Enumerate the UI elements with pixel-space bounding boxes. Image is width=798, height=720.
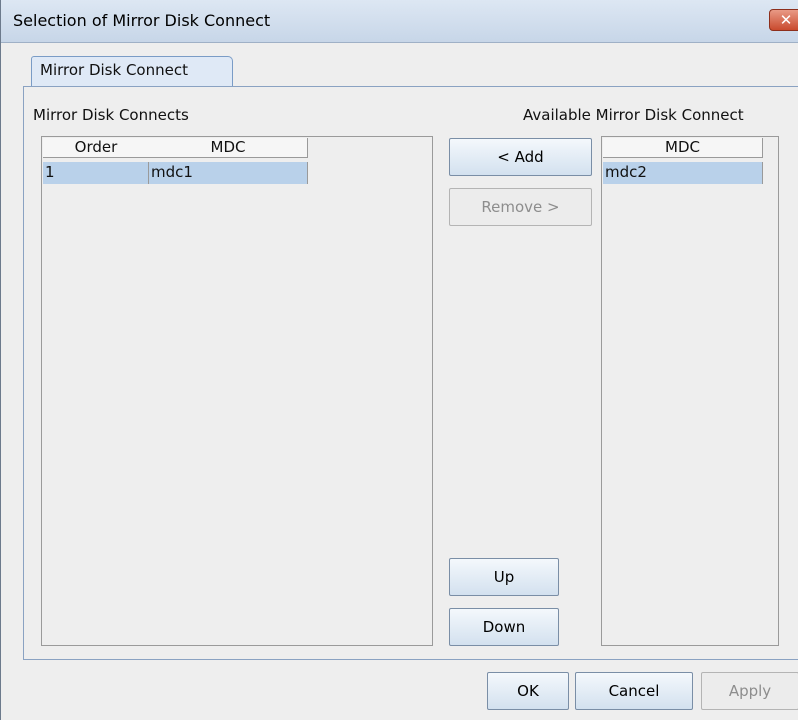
column-header-mdc[interactable]: MDC (603, 138, 763, 158)
add-button[interactable]: < Add (449, 138, 592, 176)
tab-label: Mirror Disk Connect (40, 61, 188, 79)
apply-button[interactable]: Apply (701, 672, 798, 710)
ok-button[interactable]: OK (487, 672, 569, 710)
window-title: Selection of Mirror Disk Connect (13, 11, 271, 30)
column-header-mdc[interactable]: MDC (149, 138, 308, 158)
mirror-disk-connects-label: Mirror Disk Connects (33, 106, 189, 124)
table-row[interactable]: 1 mdc1 (43, 162, 308, 184)
dialog-window: Selection of Mirror Disk Connect ✕ Mirro… (0, 0, 798, 720)
mdc-cell: mdc2 (605, 163, 647, 181)
table-row[interactable]: mdc2 (603, 162, 763, 184)
remove-button[interactable]: Remove > (449, 188, 592, 226)
mdc-cell: mdc1 (151, 163, 193, 181)
down-button[interactable]: Down (449, 608, 559, 646)
available-mdc-table[interactable]: MDC mdc2 (601, 136, 779, 646)
mirror-disk-connects-table[interactable]: Order MDC 1 mdc1 (41, 136, 433, 646)
title-bar: Selection of Mirror Disk Connect ✕ (1, 0, 798, 43)
close-icon[interactable]: ✕ (769, 9, 798, 31)
cancel-button[interactable]: Cancel (575, 672, 693, 710)
column-header-order[interactable]: Order (43, 138, 150, 158)
available-mdc-label: Available Mirror Disk Connect (523, 106, 744, 124)
up-button[interactable]: Up (449, 558, 559, 596)
order-cell: 1 (43, 162, 149, 184)
tab-mirror-disk-connect[interactable]: Mirror Disk Connect (31, 56, 233, 86)
